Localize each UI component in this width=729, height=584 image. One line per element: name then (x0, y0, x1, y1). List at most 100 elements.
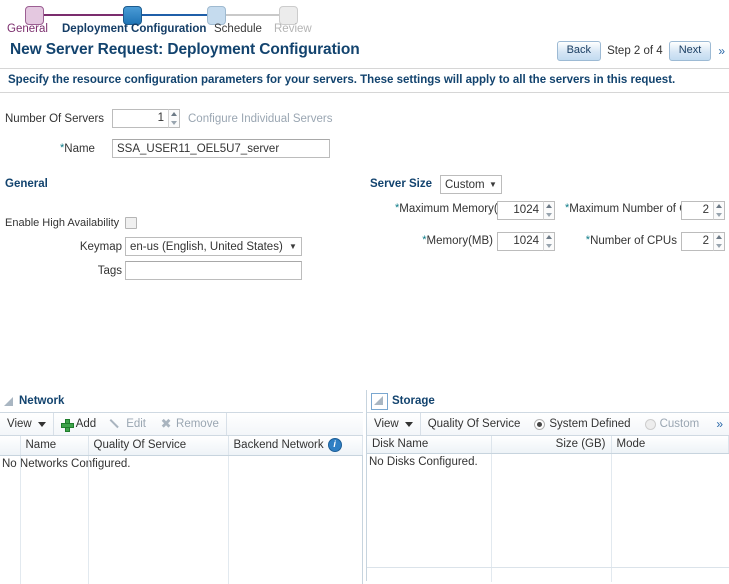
maximum-cpus-spin-buttons[interactable] (713, 201, 725, 220)
disclosure-triangle-icon[interactable] (371, 392, 388, 410)
enable-high-availability-checkbox[interactable] (125, 217, 137, 229)
more-actions-icon[interactable]: » (715, 417, 723, 431)
train-track (0, 14, 729, 16)
number-of-cpus-spin-buttons[interactable] (713, 232, 725, 251)
spin-down-icon[interactable] (544, 242, 554, 251)
maximum-cpus-stepper[interactable] (681, 201, 725, 220)
storage-panel: Storage View Quality Of Service System D… (366, 390, 729, 582)
memory-label: *Memory(MB) (395, 235, 493, 248)
storage-toolbar-overflow[interactable]: » (708, 413, 729, 435)
network-empty-message: No Networks Configured. (2, 458, 131, 470)
spin-down-icon[interactable] (714, 211, 724, 220)
storage-col-disk-name[interactable]: Disk Name (367, 436, 492, 454)
storage-grid-body: No Disks Configured. (367, 454, 729, 582)
grid-column-divider (228, 456, 229, 584)
network-remove-button: ✖ Remove (153, 413, 226, 435)
storage-col-size[interactable]: Size (GB) (491, 436, 612, 454)
storage-panel-title: Storage (392, 395, 435, 407)
step-indicator: Step 2 of 4 (607, 45, 663, 57)
train-label-schedule[interactable]: Schedule (214, 23, 262, 35)
remove-x-icon: ✖ (160, 416, 172, 431)
network-view-menu[interactable]: View (0, 413, 53, 435)
storage-toolbar: View Quality Of Service System Defined C… (367, 412, 729, 436)
storage-qos-label: Quality Of Service (427, 418, 521, 430)
network-add-button[interactable]: Add (54, 413, 103, 435)
storage-qos-label-wrap: Quality Of Service (421, 413, 528, 435)
number-of-servers-input[interactable] (112, 109, 168, 128)
memory-label-text: Memory(MB) (426, 235, 493, 247)
network-remove-label: Remove (176, 418, 219, 430)
storage-table: Disk Name Size (GB) Mode (367, 436, 729, 454)
network-edit-button: Edit (103, 413, 153, 435)
storage-qos-custom-label: Custom (659, 418, 700, 430)
maximum-memory-spin-buttons[interactable] (543, 201, 555, 220)
memory-spin-buttons[interactable] (543, 232, 555, 251)
storage-col-mode[interactable]: Mode (611, 436, 729, 454)
number-of-cpus-label-text: Number of CPUs (590, 235, 677, 247)
server-size-select[interactable]: Custom ▼ (440, 175, 502, 194)
network-col-name[interactable]: Name (20, 436, 89, 456)
radio-system-defined[interactable] (534, 418, 546, 430)
page-title: New Server Request: Deployment Configura… (10, 41, 360, 58)
storage-qos-custom-option[interactable]: Custom (638, 413, 707, 435)
back-button[interactable]: Back (556, 41, 602, 61)
spin-down-icon[interactable] (714, 242, 724, 251)
spin-up-icon[interactable] (714, 233, 724, 242)
spin-up-icon[interactable] (169, 110, 179, 119)
number-of-cpus-label: *Number of CPUs (565, 235, 677, 248)
wizard-train: General Deployment Configuration Schedul… (0, 0, 729, 38)
disclosure-triangle-icon[interactable] (4, 396, 15, 407)
number-of-servers-spin-buttons[interactable] (168, 109, 180, 128)
number-of-servers-stepper[interactable] (112, 109, 180, 128)
train-label-general[interactable]: General (7, 23, 48, 35)
maximum-cpus-label: *Maximum Number of CPUs (565, 203, 709, 216)
memory-input[interactable] (497, 232, 543, 251)
header-actions: Back Step 2 of 4 Next » (556, 41, 725, 61)
server-name-input[interactable] (112, 139, 330, 158)
network-panel-header[interactable]: Network (0, 390, 363, 412)
storage-qos-system-defined-option[interactable]: System Defined (527, 413, 637, 435)
more-actions-icon[interactable]: » (717, 44, 725, 58)
maximum-cpus-input[interactable] (681, 201, 713, 220)
maximum-memory-stepper-ctl[interactable] (497, 201, 555, 220)
form-area: Number Of Servers Configure Individual S… (0, 93, 729, 365)
storage-panel-header[interactable]: Storage (367, 390, 729, 412)
storage-table-header-row: Disk Name Size (GB) Mode (367, 436, 729, 454)
enable-ha-label: Enable High Availability (5, 217, 120, 229)
network-grid-body: No Networks Configured. (0, 456, 363, 584)
maximum-memory-input[interactable] (497, 201, 543, 220)
tags-label: Tags (97, 265, 122, 277)
keymap-label: Keymap (79, 241, 122, 253)
info-icon[interactable]: i (327, 438, 342, 452)
train-segment-1 (36, 14, 132, 16)
network-col-backend-network[interactable]: Backend Network i (228, 436, 363, 456)
network-col-qos[interactable]: Quality Of Service (88, 436, 229, 456)
page-header: New Server Request: Deployment Configura… (0, 38, 729, 68)
storage-view-label: View (374, 418, 399, 430)
spin-up-icon[interactable] (544, 202, 554, 211)
spin-up-icon[interactable] (714, 202, 724, 211)
network-table: Name Quality Of Service Backend Network i (0, 436, 363, 456)
train-label-deployment-configuration[interactable]: Deployment Configuration (62, 23, 206, 35)
tags-input[interactable] (125, 261, 302, 280)
number-of-cpus-stepper[interactable] (681, 232, 725, 251)
next-button[interactable]: Next (668, 41, 712, 61)
number-of-cpus-input[interactable] (681, 232, 713, 251)
spin-down-icon[interactable] (544, 211, 554, 220)
chevron-down-icon[interactable]: ▼ (285, 238, 301, 255)
train-segment-3 (216, 14, 288, 16)
spin-down-icon[interactable] (169, 119, 179, 128)
server-size-selected-value: Custom (445, 178, 485, 191)
radio-custom[interactable] (644, 418, 656, 430)
grid-column-divider (88, 456, 89, 584)
storage-empty-message: No Disks Configured. (369, 456, 478, 468)
memory-stepper[interactable] (497, 232, 555, 251)
chevron-down-icon[interactable] (404, 421, 413, 427)
grid-column-divider (20, 456, 21, 584)
storage-view-menu[interactable]: View (367, 413, 420, 435)
chevron-down-icon[interactable] (37, 421, 46, 427)
network-col-select[interactable] (0, 436, 21, 456)
spin-up-icon[interactable] (544, 233, 554, 242)
keymap-select[interactable]: en-us (English, United States) ▼ (125, 237, 302, 256)
chevron-down-icon[interactable]: ▼ (485, 176, 501, 193)
